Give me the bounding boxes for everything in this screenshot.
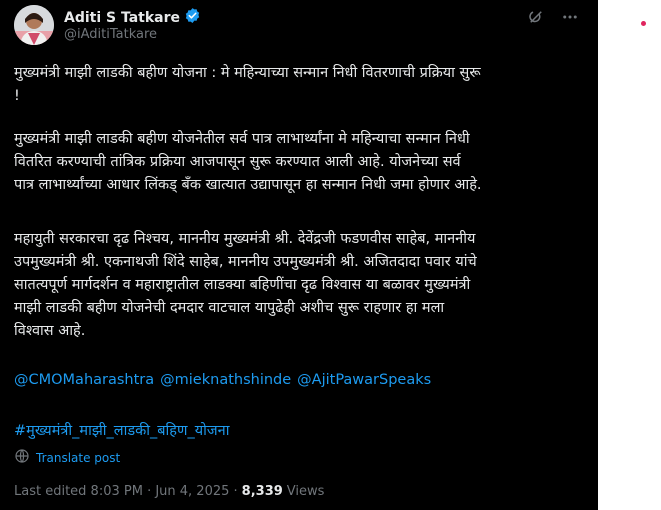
tweet-card: Aditi S Tatkare @iAditiTatkare मुख्यमंत्… [0,0,598,510]
notification-dot [641,21,646,26]
author-handle[interactable]: @iAditiTatkare [64,27,157,42]
views-count: 8,339 [241,484,283,499]
mention-mieknathshinde[interactable]: @mieknathshinde [160,372,291,388]
hashtag-link[interactable]: #मुख्यमंत्री_माझी_लाडकी_बहिण_योजना [14,420,229,440]
grok-icon[interactable] [526,7,546,27]
translate-icon [14,448,30,467]
tweet-text-paragraph-3: महायुती सरकारचा दृढ निश्चय, माननीय मुख्य… [14,231,477,339]
avatar[interactable] [14,5,54,45]
tweet-text-paragraph-1: मुख्यमंत्री माझी लाडकी बहीण योजना : मे म… [14,65,481,104]
mention-cmomaharashtra[interactable]: @CMOMaharashtra [14,372,154,388]
author-row: Aditi S Tatkare [64,7,201,28]
more-icon[interactable] [560,7,580,27]
mention-ajitpawarspeaks[interactable]: @AjitPawarSpeaks [297,372,431,388]
translate-label: Translate post [36,450,121,465]
header-actions [526,7,580,27]
last-edited-timestamp[interactable]: Last edited 8:03 PM · Jun 4, 2025 · [14,484,238,499]
translate-post-button[interactable]: Translate post [14,448,120,467]
tweet-text-paragraph-2: मुख्यमंत्री माझी लाडकी बहीण योजनेतील सर्… [14,131,482,193]
author-name[interactable]: Aditi S Tatkare [64,10,180,26]
tweet-header: Aditi S Tatkare @iAditiTatkare [14,5,588,49]
verified-badge-icon [184,7,201,28]
mentions: @CMOMaharashtra @mieknathshinde @AjitPaw… [14,372,431,388]
views-label: Views [286,484,325,499]
tweet-meta: Last edited 8:03 PM · Jun 4, 2025 · 8,33… [14,484,324,499]
